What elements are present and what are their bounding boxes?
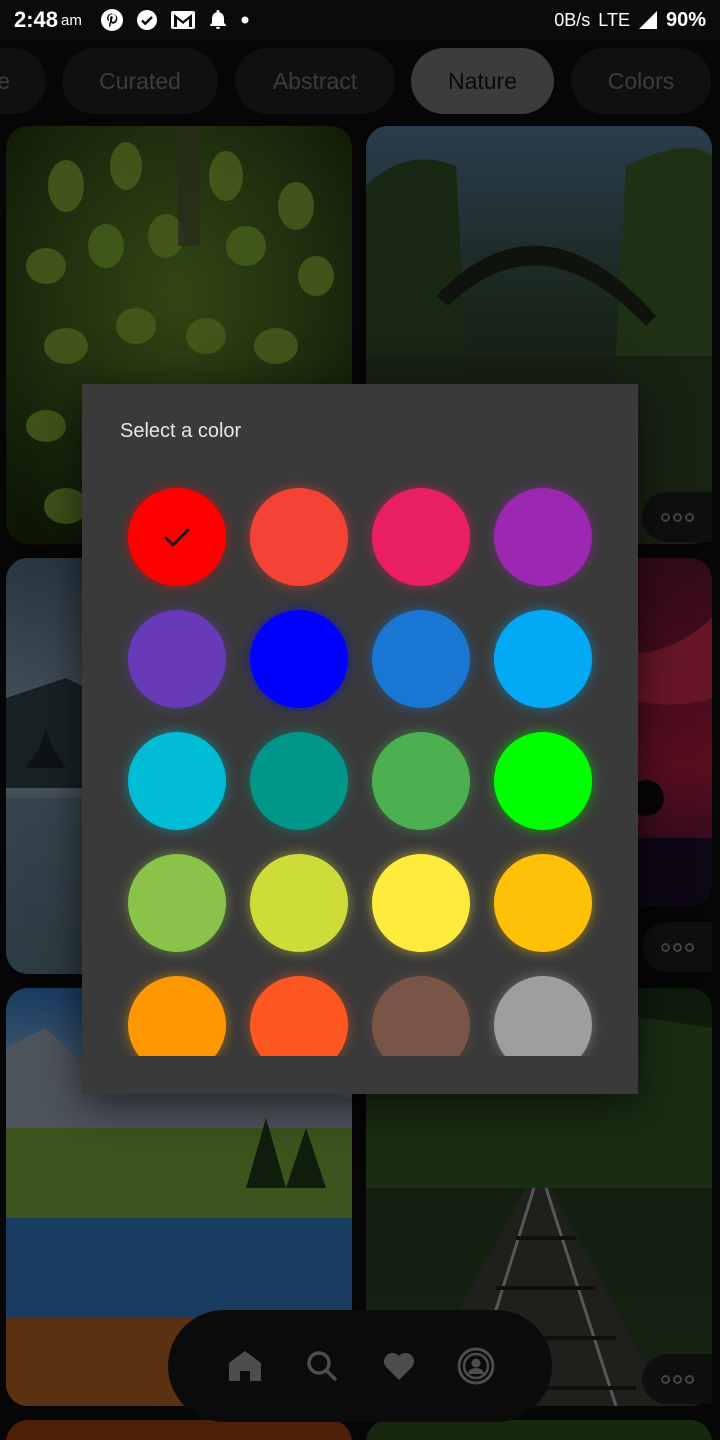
gmail-icon xyxy=(170,11,195,29)
color-swatch-blue[interactable] xyxy=(250,610,348,708)
status-bar: 2:48 am 0B/s LTE 90% xyxy=(0,0,720,40)
checkmark-icon xyxy=(164,528,190,547)
network-type: LTE xyxy=(598,9,630,30)
dot-icon xyxy=(241,16,249,24)
color-swatch-pink[interactable] xyxy=(372,488,470,586)
check-circle-icon xyxy=(136,10,157,30)
color-swatch-light-green[interactable] xyxy=(128,854,226,952)
color-swatch-grey[interactable] xyxy=(494,976,592,1056)
pinterest-icon xyxy=(100,9,123,31)
color-swatch-deep-orange[interactable] xyxy=(250,976,348,1056)
color-swatch-orange[interactable] xyxy=(128,976,226,1056)
color-picker-dialog: Select a color xyxy=(82,384,638,1094)
color-swatch-yellow[interactable] xyxy=(372,854,470,952)
color-swatch-amber[interactable] xyxy=(494,854,592,952)
signal-icon xyxy=(638,11,657,29)
color-swatch-green[interactable] xyxy=(372,732,470,830)
color-swatch-cyan[interactable] xyxy=(128,732,226,830)
battery-level: 90% xyxy=(665,8,706,31)
network-speed: 0B/s xyxy=(554,9,591,30)
color-swatch-teal[interactable] xyxy=(250,732,348,830)
bell-icon xyxy=(209,10,226,29)
color-swatch-grid[interactable] xyxy=(82,476,638,1056)
color-swatch-medium-blue[interactable] xyxy=(372,610,470,708)
status-right: 0B/s LTE 90% xyxy=(554,9,706,32)
color-swatch-purple[interactable] xyxy=(494,488,592,586)
color-swatch-red[interactable] xyxy=(128,488,226,586)
color-swatch-deep-purple[interactable] xyxy=(128,610,226,708)
dialog-title: Select a color xyxy=(120,420,242,442)
color-swatch-brown[interactable] xyxy=(372,976,470,1056)
color-swatch-lime-green[interactable] xyxy=(494,732,592,830)
color-swatch-red-orange[interactable] xyxy=(250,488,348,586)
status-time: 2:48 xyxy=(14,7,59,32)
status-ampm: am xyxy=(61,11,82,29)
notification-icons xyxy=(100,8,250,32)
color-swatch-light-blue[interactable] xyxy=(494,610,592,708)
color-swatch-lime[interactable] xyxy=(250,854,348,952)
